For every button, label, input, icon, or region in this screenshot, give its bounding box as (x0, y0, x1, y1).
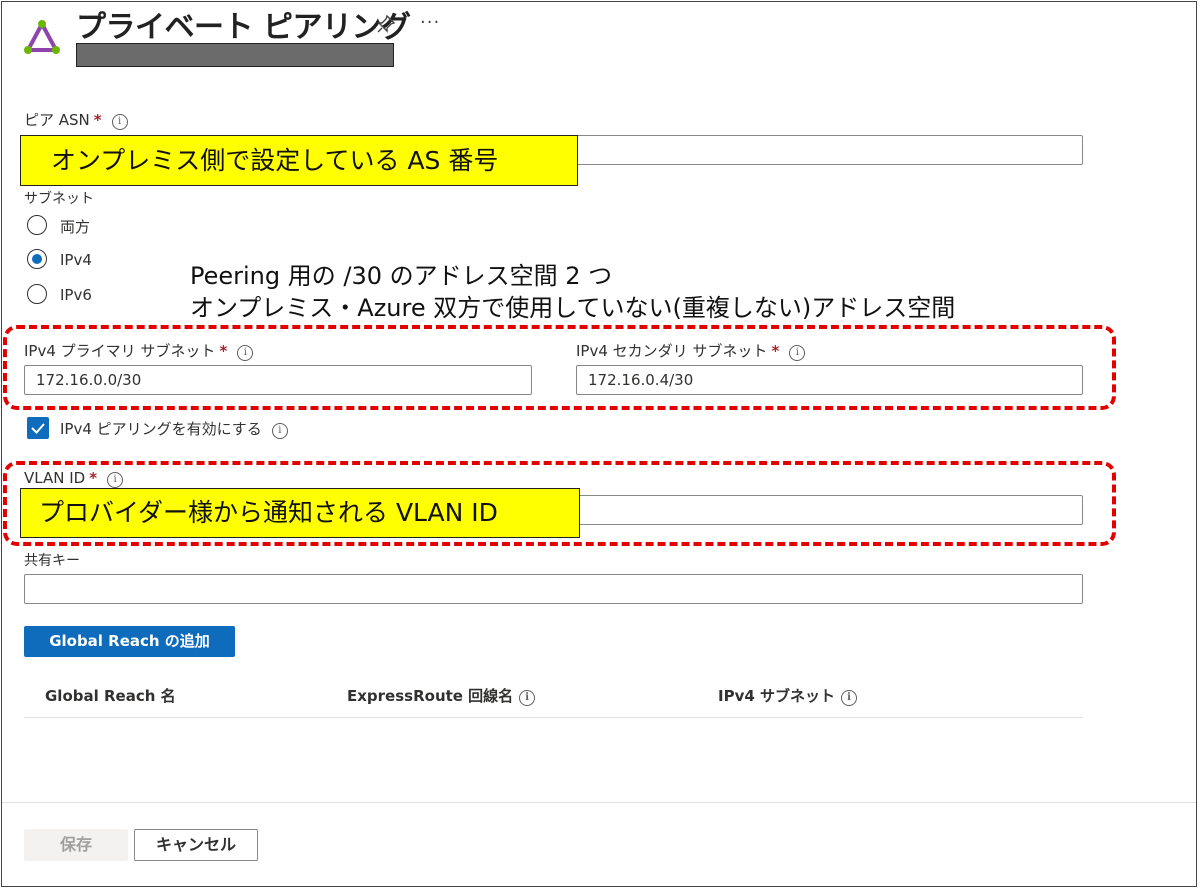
save-button[interactable]: 保存 (24, 829, 128, 861)
subnet-label: サブネット (24, 191, 94, 207)
ipv4-primary-input[interactable]: 172.16.0.0/30 (24, 365, 532, 395)
column-header-ipv4-subnet: IPv4 サブネット i (718, 685, 858, 706)
shared-key-label: 共有キー (24, 553, 80, 569)
subnet-note-line1: Peering 用の /30 のアドレス空間 2 つ (190, 262, 613, 290)
pin-icon[interactable] (376, 14, 396, 39)
add-global-reach-button[interactable]: Global Reach の追加 (24, 626, 235, 657)
checkmark-icon (31, 423, 45, 434)
table-divider (24, 717, 1083, 718)
column-header-global-reach-name: Global Reach 名 (45, 687, 176, 705)
info-icon[interactable]: i (519, 690, 536, 706)
ipv4-primary-label: IPv4 プライマリ サブネット * i (24, 340, 254, 361)
radio-both[interactable] (27, 215, 47, 235)
vlan-callout: プロバイダー様から通知される VLAN ID (20, 488, 580, 538)
shared-key-input[interactable] (24, 574, 1083, 604)
radio-both-label: 両方 (60, 218, 91, 236)
asn-callout: オンプレミス側で設定している AS 番号 (20, 135, 578, 186)
page-title: プライベート ピアリング (76, 10, 411, 45)
info-icon[interactable]: i (271, 423, 288, 439)
footer-divider (2, 802, 1196, 803)
info-icon[interactable]: i (841, 690, 858, 706)
redacted-subtitle (76, 43, 394, 67)
info-icon[interactable]: i (111, 114, 128, 130)
enable-ipv4-checkbox[interactable] (27, 417, 49, 439)
cancel-button[interactable]: キャンセル (134, 829, 258, 861)
radio-ipv4[interactable] (27, 249, 47, 269)
peer-asn-label: ピア ASN * i (24, 109, 128, 130)
enable-ipv4-label: IPv4 ピアリングを有効にする i (60, 418, 288, 439)
info-icon[interactable]: i (107, 472, 124, 488)
ipv4-secondary-input[interactable]: 172.16.0.4/30 (576, 365, 1083, 395)
radio-ipv6-label: IPv6 (60, 286, 92, 304)
radio-ipv4-label: IPv4 (60, 251, 92, 269)
info-icon[interactable]: i (237, 345, 254, 361)
vlan-id-label: VLAN ID * i (24, 469, 124, 488)
radio-ipv6[interactable] (27, 284, 47, 304)
private-peering-logo-icon (24, 20, 60, 54)
screenshot-frame (1, 1, 1197, 887)
ipv4-secondary-label: IPv4 セカンダリ サブネット * i (576, 340, 806, 361)
info-icon[interactable]: i (789, 345, 806, 361)
more-options-button[interactable]: ··· (420, 12, 440, 33)
column-header-expressroute-circuit: ExpressRoute 回線名 i (347, 685, 536, 706)
subnet-note-line2: オンプレミス・Azure 双方で使用していない(重複しない)アドレス空間 (190, 294, 956, 322)
